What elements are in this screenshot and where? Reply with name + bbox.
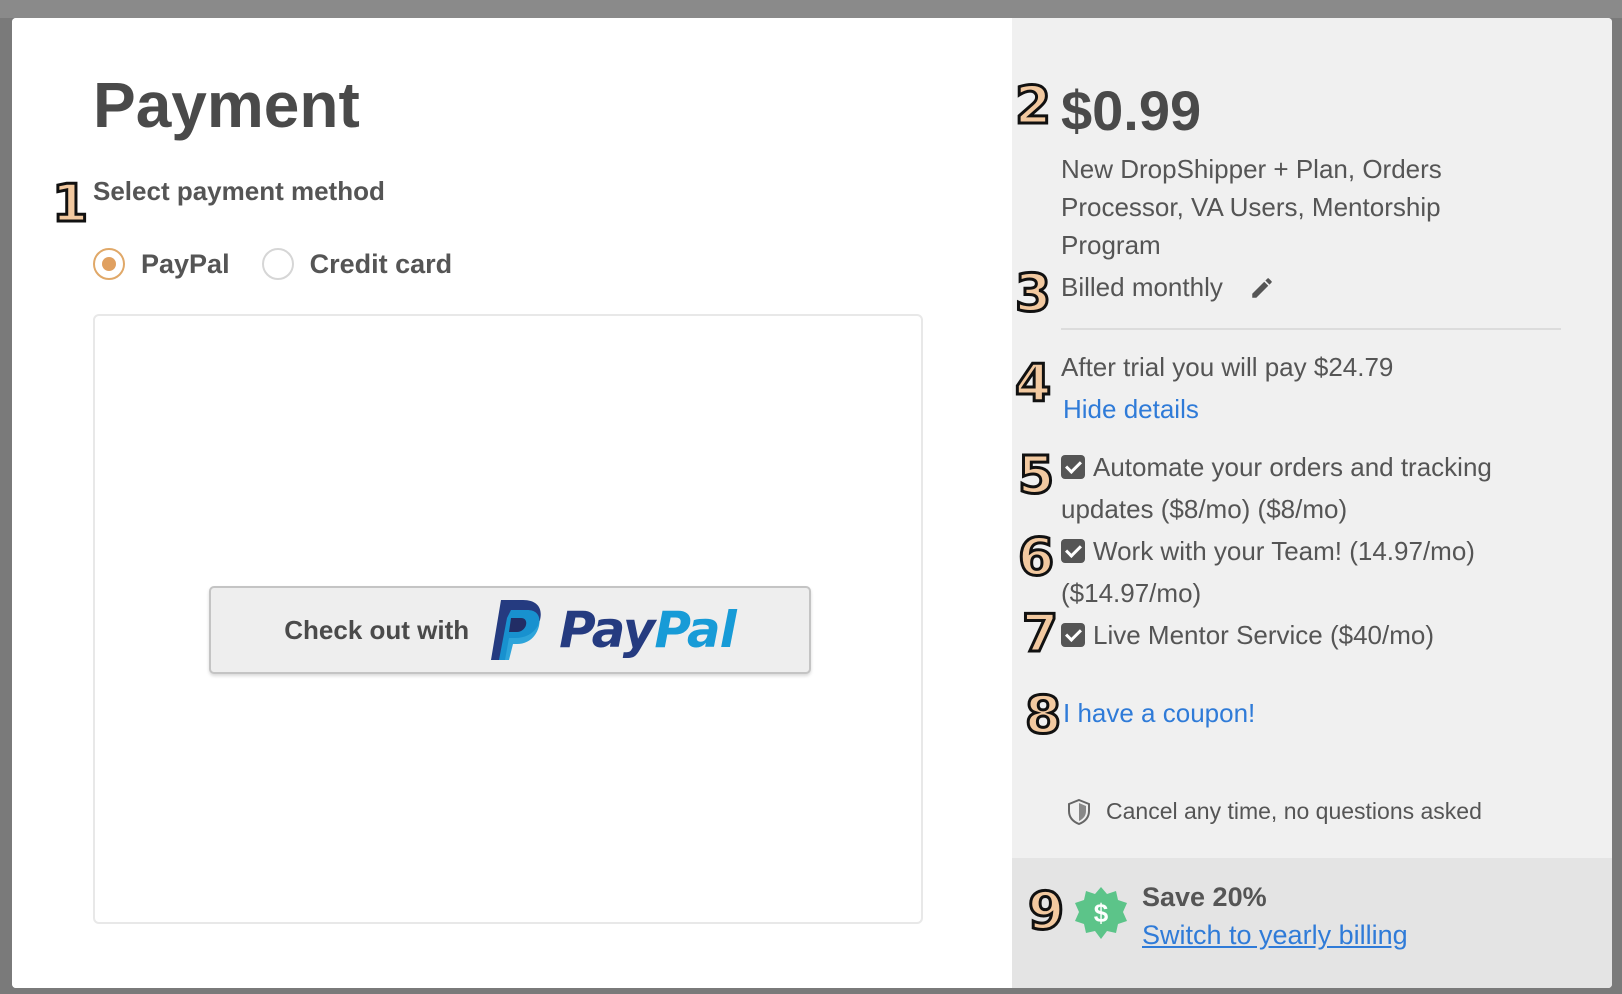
annotation-badge-9: 9 — [1026, 882, 1065, 942]
radio-option-credit-card[interactable]: Credit card — [261, 248, 453, 280]
addon-mentor-checkbox[interactable] — [1061, 623, 1085, 647]
payment-method-radio-group: PayPal Credit card — [93, 248, 484, 280]
addon-live-mentor: Live Mentor Service ($40/mo) — [1061, 614, 1541, 656]
page-title: Payment — [93, 69, 360, 141]
summary-divider — [1061, 328, 1561, 330]
pencil-edit-icon[interactable] — [1249, 275, 1275, 301]
annotation-badge-6: 6 — [1016, 528, 1055, 588]
plan-description: New DropShipper + Plan, Orders Processor… — [1061, 154, 1442, 260]
page-backdrop — [0, 0, 1622, 18]
payment-method-pane: Payment Select payment method PayPal Cre… — [12, 18, 1012, 988]
dollar-badge-icon: $ — [1075, 887, 1127, 939]
paypal-wordmark-pay: Pay — [559, 601, 655, 659]
checkout-with-text: Check out with — [284, 614, 470, 645]
radio-paypal-label: PayPal — [141, 248, 230, 279]
save-title: Save 20% — [1142, 882, 1267, 912]
billing-period-row: Billed monthly — [1061, 272, 1275, 303]
shield-icon — [1068, 798, 1090, 825]
radio-credit-card[interactable] — [261, 248, 294, 280]
addon-mentor-label: Live Mentor Service ($40/mo) — [1093, 620, 1435, 650]
radio-paypal[interactable] — [93, 248, 125, 280]
addon-automate-label: Automate your orders and tracking update… — [1061, 452, 1492, 524]
addon-team-checkbox[interactable] — [1061, 539, 1085, 563]
paypal-wordmark: PayPal — [559, 601, 737, 659]
annotation-badge-2: 2 — [1013, 76, 1052, 136]
paypal-checkout-panel: Check out with PayPal — [93, 314, 923, 924]
paypal-checkout-button[interactable]: Check out with PayPal — [209, 586, 811, 674]
addon-automate-checkbox[interactable] — [1061, 455, 1085, 479]
hide-details-link[interactable]: Hide details — [1063, 394, 1199, 425]
coupon-link[interactable]: I have a coupon! — [1063, 698, 1255, 729]
after-trial-text: After trial you will pay $24.79 — [1061, 352, 1394, 382]
switch-yearly-billing-link[interactable]: Switch to yearly billing — [1142, 920, 1408, 951]
annotation-badge-4: 4 — [1013, 354, 1052, 414]
radio-credit-card-label: Credit card — [309, 248, 453, 279]
addon-team: Work with your Team! (14.97/mo) ($14.97/… — [1061, 530, 1541, 614]
annotation-badge-1: 1 — [50, 174, 89, 234]
payment-method-label: Select payment method — [93, 176, 385, 206]
paypal-wordmark-pal: Pal — [654, 601, 736, 659]
annotation-badge-7: 7 — [1020, 604, 1059, 664]
addon-team-label: Work with your Team! (14.97/mo) ($14.97/… — [1061, 536, 1475, 608]
radio-option-paypal[interactable]: PayPal — [93, 248, 230, 280]
cancel-note-text: Cancel any time, no questions asked — [1106, 798, 1482, 824]
paypal-logo-icon — [491, 600, 541, 660]
yearly-savings-bar: $ Save 20% Switch to yearly billing — [1012, 858, 1612, 988]
annotation-badge-5: 5 — [1016, 446, 1055, 506]
cancel-note-row: Cancel any time, no questions asked — [1068, 798, 1482, 825]
dollar-symbol: $ — [1094, 898, 1109, 928]
annotation-badge-8: 8 — [1023, 686, 1062, 746]
annotation-badge-3: 3 — [1013, 264, 1052, 324]
billing-period-text: Billed monthly — [1061, 272, 1223, 302]
plan-price: $0.99 — [1061, 79, 1202, 142]
addon-automate-orders: Automate your orders and tracking update… — [1061, 446, 1541, 530]
